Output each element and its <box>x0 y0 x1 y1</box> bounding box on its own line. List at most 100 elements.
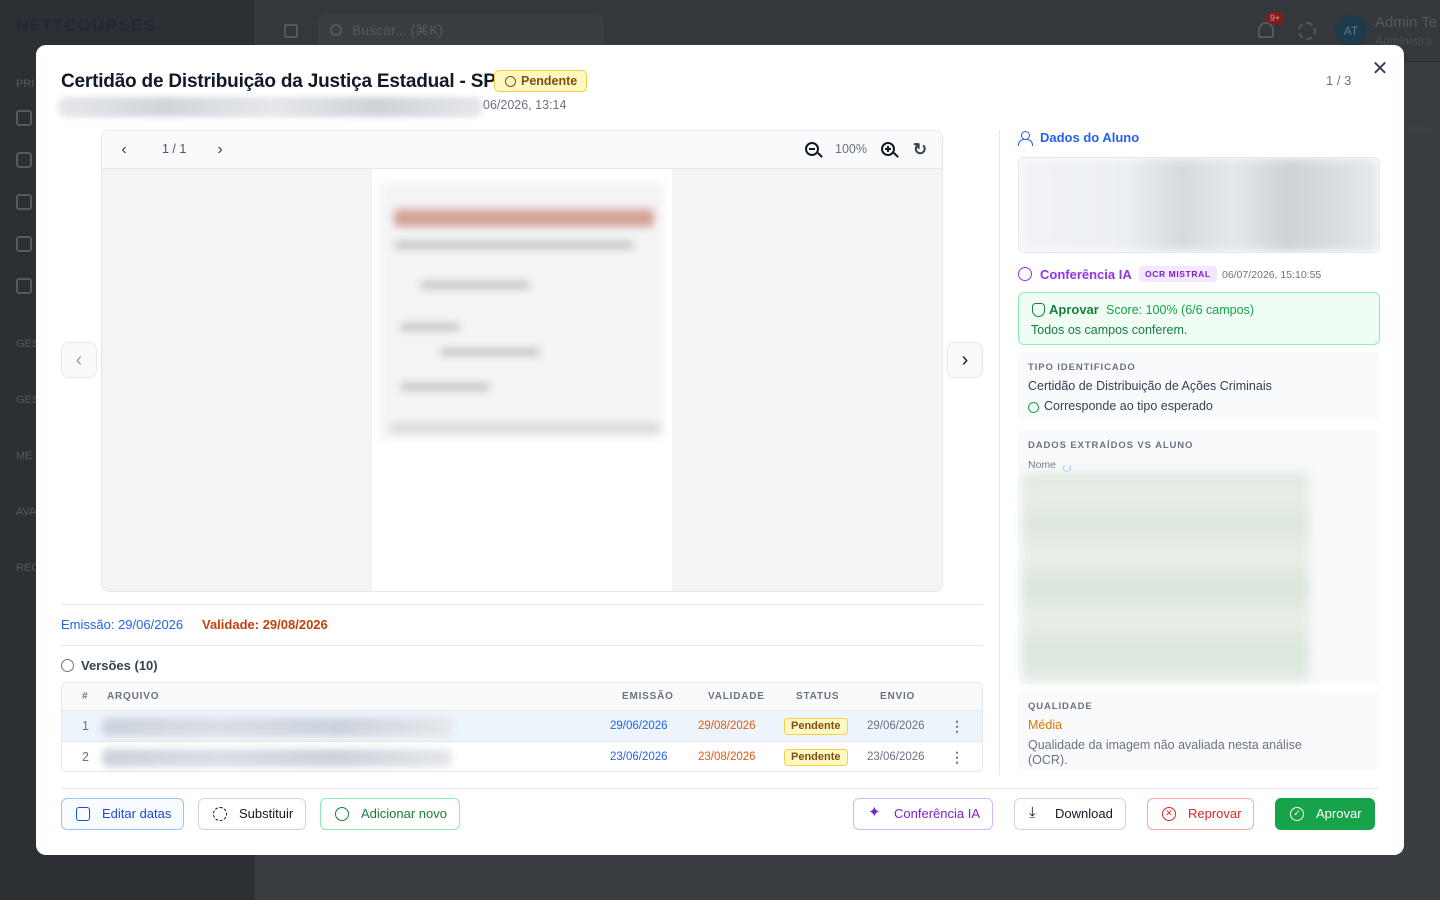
page-indicator: 1 / 1 <box>162 142 187 156</box>
validity-date: Validade: 29/08/2026 <box>202 617 328 632</box>
rotate-icon[interactable]: ↻ <box>910 140 930 160</box>
sidebar-section-label: ME <box>16 450 33 462</box>
global-search-input[interactable]: Buscar... (⌘K) <box>318 14 604 48</box>
row-sent-date: 29/06/2026 <box>867 720 925 732</box>
refresh-icon <box>213 807 227 821</box>
redacted-student-data <box>1019 158 1379 252</box>
documents-icon[interactable] <box>16 278 32 294</box>
section-label: DADOS EXTRAÍDOS VS ALUNO <box>1028 440 1194 451</box>
user-icon <box>1018 131 1033 146</box>
emission-date: Emissão: 29/06/2026 <box>61 617 184 632</box>
column-header: ARQUIVO <box>107 691 160 702</box>
replace-button[interactable]: Substituir <box>198 798 307 830</box>
replace-label: Substituir <box>239 806 294 821</box>
section-label: TIPO IDENTIFICADO <box>1028 362 1136 373</box>
quality-note-cont: (OCR). <box>1028 753 1068 767</box>
row-sent-date: 23/06/2026 <box>867 751 925 763</box>
row-validity: 23/08/2026 <box>698 751 756 763</box>
add-new-label: Adicionar novo <box>361 806 447 821</box>
approve-label: Aprovar <box>1316 806 1362 821</box>
gear-icon[interactable] <box>1298 22 1316 40</box>
sidebar-section-label: PRI <box>16 78 35 90</box>
row-emission: 23/06/2026 <box>610 751 668 763</box>
identified-type-value: Certidão de Distribuição de Ações Crimin… <box>1028 379 1272 393</box>
next-document-button[interactable]: › <box>947 342 983 378</box>
ai-score: Score: 100% (6/6 campos) <box>1106 303 1254 317</box>
divider <box>61 645 983 646</box>
status-badge: Pendente <box>494 70 588 92</box>
download-icon: ⤓ <box>1029 804 1036 821</box>
ai-check-title: Conferência IA <box>1040 267 1132 282</box>
plus-circle-icon <box>335 807 349 821</box>
check-circle-icon: ✓ <box>1290 807 1304 821</box>
column-header: STATUS <box>796 691 840 702</box>
bell-icon[interactable] <box>1258 22 1274 38</box>
check-circle-icon <box>1028 402 1039 413</box>
quality-section: QUALIDADE Média Qualidade da imagem não … <box>1018 692 1380 770</box>
notification-badge: 9+ <box>1266 12 1285 24</box>
document-page <box>372 169 672 591</box>
sparkles-icon: ✦ <box>868 804 881 821</box>
zoom-in-icon[interactable] <box>881 142 895 156</box>
document-review-modal: Certidão de Distribuição da Justiça Esta… <box>36 45 1404 855</box>
viewer-toolbar: ‹ 1 / 1 › 100% ↻ <box>102 131 942 169</box>
versions-title: Versões (10) <box>81 658 158 673</box>
shield-check-icon <box>1032 303 1045 317</box>
column-header: ENVIO <box>880 691 916 702</box>
column-header: EMISSÃO <box>622 691 674 702</box>
versions-table: # ARQUIVO EMISSÃO VALIDADE STATUS ENVIO … <box>61 682 983 772</box>
users-icon[interactable] <box>16 236 32 252</box>
ai-check-label: Conferência IA <box>894 806 980 821</box>
row-validity: 29/08/2026 <box>698 720 756 732</box>
previous-document-button[interactable]: ‹ <box>61 342 97 378</box>
column-header: # <box>82 691 89 702</box>
redacted-document-image <box>380 183 664 439</box>
quality-note: Qualidade da imagem não avaliada nesta a… <box>1028 738 1302 752</box>
redacted-subtitle <box>58 97 483 117</box>
avatar[interactable]: AT <box>1335 15 1367 47</box>
edit-dates-button[interactable]: Editar datas <box>61 798 185 830</box>
reject-label: Reprovar <box>1188 806 1242 821</box>
chevron-right-icon[interactable]: › <box>210 140 230 160</box>
close-icon[interactable]: ✕ <box>1370 59 1390 79</box>
download-button[interactable]: ⤓ Download <box>1014 798 1126 830</box>
document-counter: 1 / 3 <box>1326 73 1352 88</box>
chevron-left-icon[interactable]: ‹ <box>114 140 134 160</box>
reject-button[interactable]: ✕ Reprovar <box>1147 798 1255 830</box>
redacted-filename <box>102 749 452 767</box>
ai-verdict-card: Aprovar Score: 100% (6/6 campos) Todos o… <box>1018 292 1380 345</box>
approve-button[interactable]: ✓ Aprovar <box>1275 798 1375 830</box>
ai-check-timestamp: 06/07/2026, 15:10:55 <box>1222 269 1322 281</box>
zoom-out-icon[interactable] <box>805 142 819 156</box>
x-circle-icon: ✕ <box>1162 807 1176 821</box>
table-row[interactable]: 2 23/06/2026 23/08/2026 Pendente 23/06/2… <box>62 742 982 771</box>
sidebar-section-label: AVA <box>16 506 37 518</box>
review-side-panel: Dados do Aluno Conferência IA OCR MISTRA… <box>999 130 1380 775</box>
sidebar-toggle-icon[interactable] <box>284 24 298 38</box>
column-header: VALIDADE <box>708 691 765 702</box>
section-label: QUALIDADE <box>1028 701 1093 712</box>
quality-value: Média <box>1028 718 1063 732</box>
modal-title: Certidão de Distribuição da Justiça Esta… <box>61 71 496 92</box>
dashboard-icon[interactable] <box>16 110 32 126</box>
subtitle-timestamp: 06/2026, 13:14 <box>483 98 567 112</box>
row-number: 2 <box>82 750 89 764</box>
type-match-text: Corresponde ao tipo esperado <box>1044 399 1213 413</box>
table-row[interactable]: 1 29/06/2026 29/08/2026 Pendente 29/06/2… <box>62 711 982 742</box>
add-new-button[interactable]: Adicionar novo <box>320 798 460 830</box>
extracted-data-section: DADOS EXTRAÍDOS VS ALUNO Nome <box>1018 430 1380 684</box>
document-viewer: ‹ 1 / 1 › 100% ↻ <box>101 130 943 592</box>
zoom-level: 100% <box>835 142 867 156</box>
history-tab-label: tórico <box>1404 124 1431 136</box>
courses-icon[interactable] <box>16 194 32 210</box>
redacted-filename <box>102 718 452 736</box>
calendar-icon[interactable] <box>16 152 32 168</box>
more-options-icon[interactable]: ⋮ <box>950 711 964 742</box>
ai-brain-icon <box>1018 267 1032 281</box>
ai-check-button[interactable]: ✦ Conferência IA <box>853 798 993 830</box>
search-placeholder: Buscar... (⌘K) <box>352 22 444 38</box>
student-data-card <box>1018 157 1380 253</box>
more-options-icon[interactable]: ⋮ <box>950 742 964 771</box>
calendar-icon <box>76 807 90 821</box>
row-emission: 29/06/2026 <box>610 720 668 732</box>
